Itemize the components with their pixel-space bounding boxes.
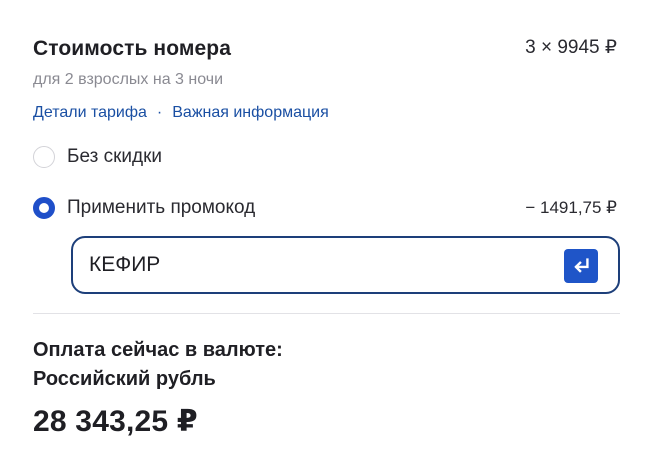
info-links: Детали тарифа · Важная информация	[33, 103, 329, 123]
apply-promo-button[interactable]	[564, 249, 598, 283]
promo-code-input[interactable]	[89, 250, 549, 280]
total-amount: 28 343,25 ₽	[33, 405, 198, 438]
no-discount-radio[interactable]	[33, 146, 55, 168]
guests-nights-subtitle: для 2 взрослых на 3 ночи	[33, 71, 224, 88]
payment-currency-label: Оплата сейчас в валюте: Российский рубль	[33, 336, 283, 394]
promo-code-radio[interactable]	[33, 197, 55, 219]
promo-code-option[interactable]: Применить промокод	[33, 196, 255, 220]
important-info-link[interactable]: Важная информация	[172, 103, 329, 123]
promo-code-label: Применить промокод	[67, 197, 256, 218]
promo-code-field	[71, 236, 620, 294]
enter-return-icon	[574, 258, 589, 273]
no-discount-label: Без скидки	[67, 146, 163, 167]
section-divider	[33, 313, 620, 314]
promo-discount-amount: − 1491,75 ₽	[525, 198, 617, 217]
room-cost-price: 3 × 9945 ₽	[525, 37, 617, 58]
link-separator: ·	[156, 104, 163, 121]
payment-label-line1: Оплата сейчас в валюте:	[33, 339, 283, 361]
tariff-details-link[interactable]: Детали тарифа	[33, 103, 147, 123]
room-cost-title: Стоимость номера	[33, 37, 231, 60]
payment-currency-name: Российский рубль	[33, 368, 216, 390]
no-discount-option[interactable]: Без скидки	[33, 145, 162, 169]
